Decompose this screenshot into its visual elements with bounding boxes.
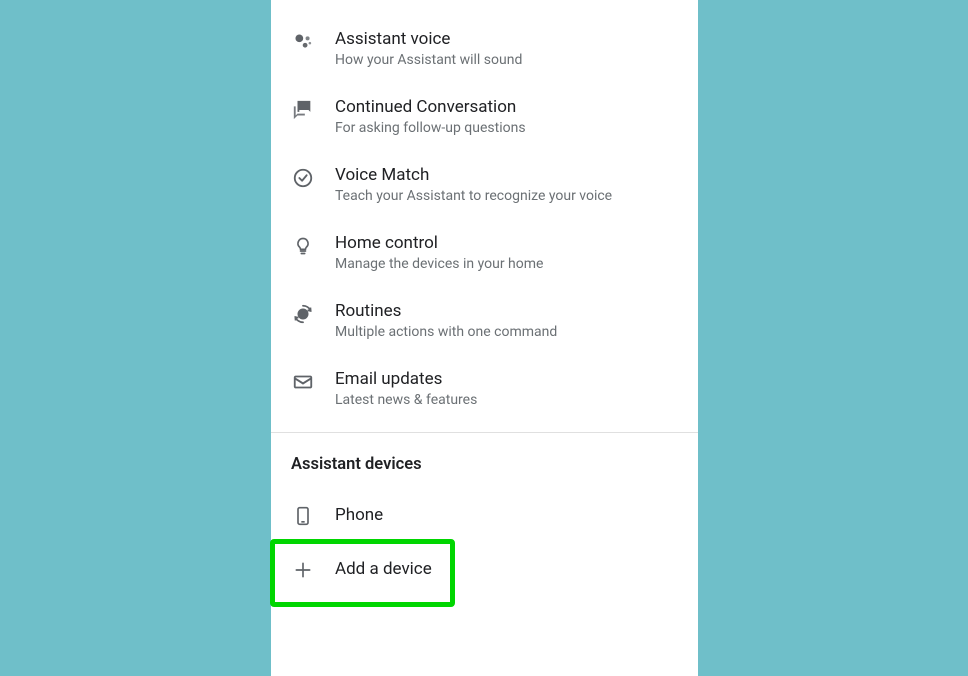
device-item-phone[interactable]: Phone <box>271 488 698 542</box>
settings-screen: Assistant voice How your Assistant will … <box>271 0 698 676</box>
device-label: Add a device <box>335 558 432 580</box>
routines-icon <box>291 302 315 326</box>
device-item-add[interactable]: Add a device <box>271 542 698 596</box>
setting-subtitle: Multiple actions with one command <box>335 324 557 340</box>
setting-subtitle: Teach your Assistant to recognize your v… <box>335 188 612 204</box>
plus-icon <box>291 558 315 582</box>
setting-subtitle: Manage the devices in your home <box>335 256 543 272</box>
setting-email-updates[interactable]: Email updates Latest news & features <box>271 354 698 422</box>
phone-icon <box>291 504 315 528</box>
assistant-dots-icon <box>291 30 315 54</box>
setting-title: Voice Match <box>335 164 612 186</box>
device-label: Phone <box>335 504 383 526</box>
setting-home-control[interactable]: Home control Manage the devices in your … <box>271 218 698 286</box>
setting-subtitle: For asking follow-up questions <box>335 120 526 136</box>
setting-title: Routines <box>335 300 557 322</box>
setting-subtitle: Latest news & features <box>335 392 477 408</box>
settings-list: Assistant voice How your Assistant will … <box>271 0 698 422</box>
setting-title: Email updates <box>335 368 477 390</box>
setting-subtitle: How your Assistant will sound <box>335 52 522 68</box>
setting-voice-match[interactable]: Voice Match Teach your Assistant to reco… <box>271 150 698 218</box>
setting-title: Assistant voice <box>335 28 522 50</box>
setting-title: Home control <box>335 232 543 254</box>
setting-assistant-voice[interactable]: Assistant voice How your Assistant will … <box>271 14 698 82</box>
setting-routines[interactable]: Routines Multiple actions with one comma… <box>271 286 698 354</box>
email-icon <box>291 370 315 394</box>
setting-title: Continued Conversation <box>335 96 526 118</box>
check-circle-icon <box>291 166 315 190</box>
section-header-assistant-devices: Assistant devices <box>271 433 698 488</box>
chat-bubbles-icon <box>291 98 315 122</box>
lightbulb-icon <box>291 234 315 258</box>
setting-continued-conversation[interactable]: Continued Conversation For asking follow… <box>271 82 698 150</box>
